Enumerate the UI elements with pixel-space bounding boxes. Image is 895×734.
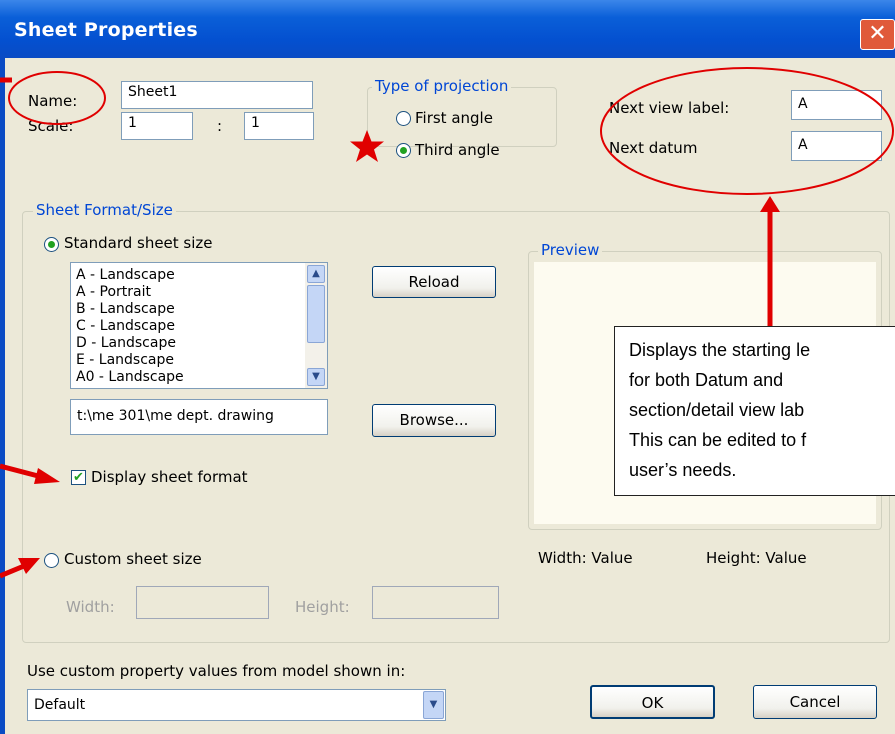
labels-highlight-ellipse bbox=[600, 67, 894, 195]
left-arrow-display bbox=[0, 463, 43, 480]
arrow-up-icon bbox=[760, 196, 780, 212]
name-highlight-ellipse bbox=[8, 71, 106, 125]
left-arrow-custom bbox=[0, 563, 25, 579]
annotation-overlay bbox=[0, 67, 894, 579]
arrow-right-icon bbox=[34, 468, 60, 484]
